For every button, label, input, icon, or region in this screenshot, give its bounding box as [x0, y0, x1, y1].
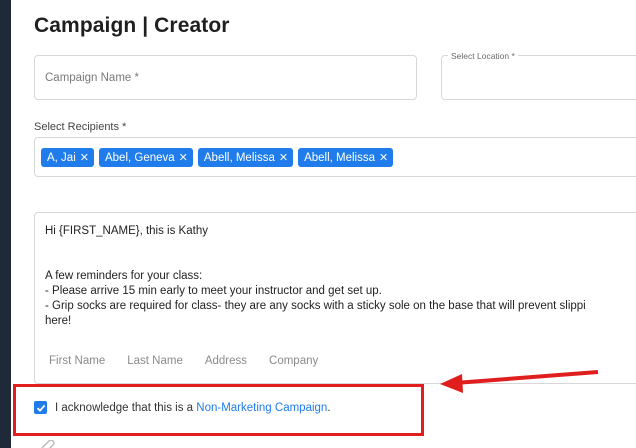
acknowledge-label: I acknowledge that this is a Non-Marketi…	[55, 402, 331, 414]
annotation-arrow	[440, 370, 599, 393]
acknowledge-text: I acknowledge that this is a	[55, 401, 197, 414]
check-icon	[36, 404, 45, 412]
non-marketing-campaign-link[interactable]: Non-Marketing Campaign	[196, 402, 327, 414]
acknowledge-suffix: .	[327, 401, 331, 414]
attachment-icon[interactable]	[40, 440, 56, 448]
acknowledge-checkbox[interactable]	[34, 401, 47, 414]
acknowledge-row: I acknowledge that this is a Non-Marketi…	[34, 401, 331, 414]
